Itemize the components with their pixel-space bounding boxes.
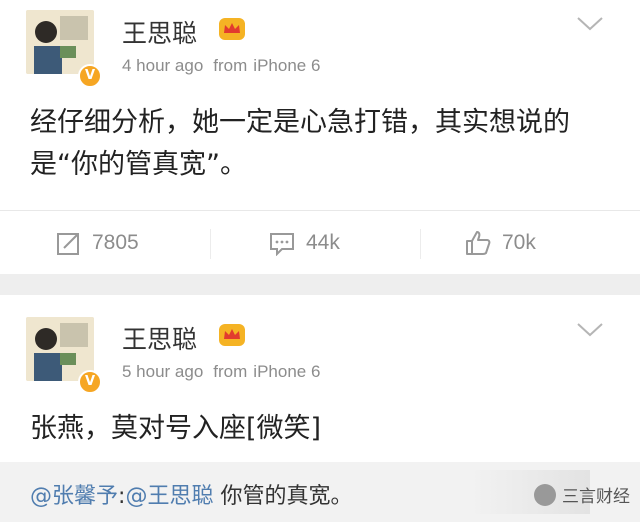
mention-link[interactable]: @王思聪 bbox=[125, 484, 213, 509]
repost-button[interactable]: 7805 bbox=[56, 211, 139, 275]
post-time: 4 hour ago bbox=[122, 56, 204, 75]
post-content: 张燕，莫对号入座[微笑] bbox=[30, 413, 322, 444]
from-label: from bbox=[213, 56, 248, 75]
comment-icon bbox=[270, 233, 294, 256]
wechat-icon bbox=[534, 483, 556, 506]
comment-button[interactable]: 44k bbox=[268, 211, 340, 275]
verified-badge-icon: V bbox=[78, 64, 102, 88]
divider bbox=[210, 229, 211, 259]
post-meta: 4 hour ago from iPhone 6 bbox=[122, 56, 320, 76]
repost-quote[interactable]: @张馨予:@王思聪 你管的真宽。 三言财经 bbox=[0, 462, 640, 522]
verified-badge-icon: V bbox=[78, 370, 102, 394]
vip-crown-icon bbox=[219, 18, 245, 40]
divider bbox=[420, 229, 421, 259]
action-bar: 7805 44k 70k bbox=[0, 210, 640, 274]
device-label: iPhone 6 bbox=[253, 56, 321, 75]
author-name[interactable]: 王思聪 bbox=[122, 14, 197, 50]
repost-text: 你管的真宽。 bbox=[213, 484, 353, 509]
weibo-post-1: V 王思聪 4 hour ago from iPhone 6 经仔细分析，她一定是心… bbox=[0, 0, 640, 274]
repost-count: 7805 bbox=[92, 231, 139, 254]
chevron-down-icon[interactable] bbox=[576, 322, 604, 338]
post-content: 经仔细分析，她一定是心急打错，其实想说的是“你的管真宽”。 bbox=[30, 107, 570, 180]
post-time: 5 hour ago bbox=[122, 362, 204, 381]
comment-count: 44k bbox=[306, 231, 340, 254]
watermark: 三言财经 bbox=[534, 482, 630, 507]
vip-crown-icon bbox=[219, 324, 245, 346]
like-button[interactable]: 70k bbox=[464, 211, 536, 275]
post-divider bbox=[0, 274, 640, 295]
chevron-down-icon[interactable] bbox=[576, 16, 604, 32]
like-count: 70k bbox=[502, 231, 536, 254]
author-name[interactable]: 王思聪 bbox=[122, 320, 197, 356]
post-meta: 5 hour ago from iPhone 6 bbox=[122, 362, 320, 382]
watermark-text: 三言财经 bbox=[562, 487, 630, 507]
thumbs-up-icon bbox=[466, 231, 491, 255]
from-label: from bbox=[213, 362, 248, 381]
mention-link[interactable]: @张馨予 bbox=[30, 484, 118, 509]
repost-icon bbox=[57, 233, 79, 255]
repost-line: @张馨予:@王思聪 你管的真宽。 bbox=[30, 478, 352, 510]
device-label: iPhone 6 bbox=[253, 362, 321, 381]
